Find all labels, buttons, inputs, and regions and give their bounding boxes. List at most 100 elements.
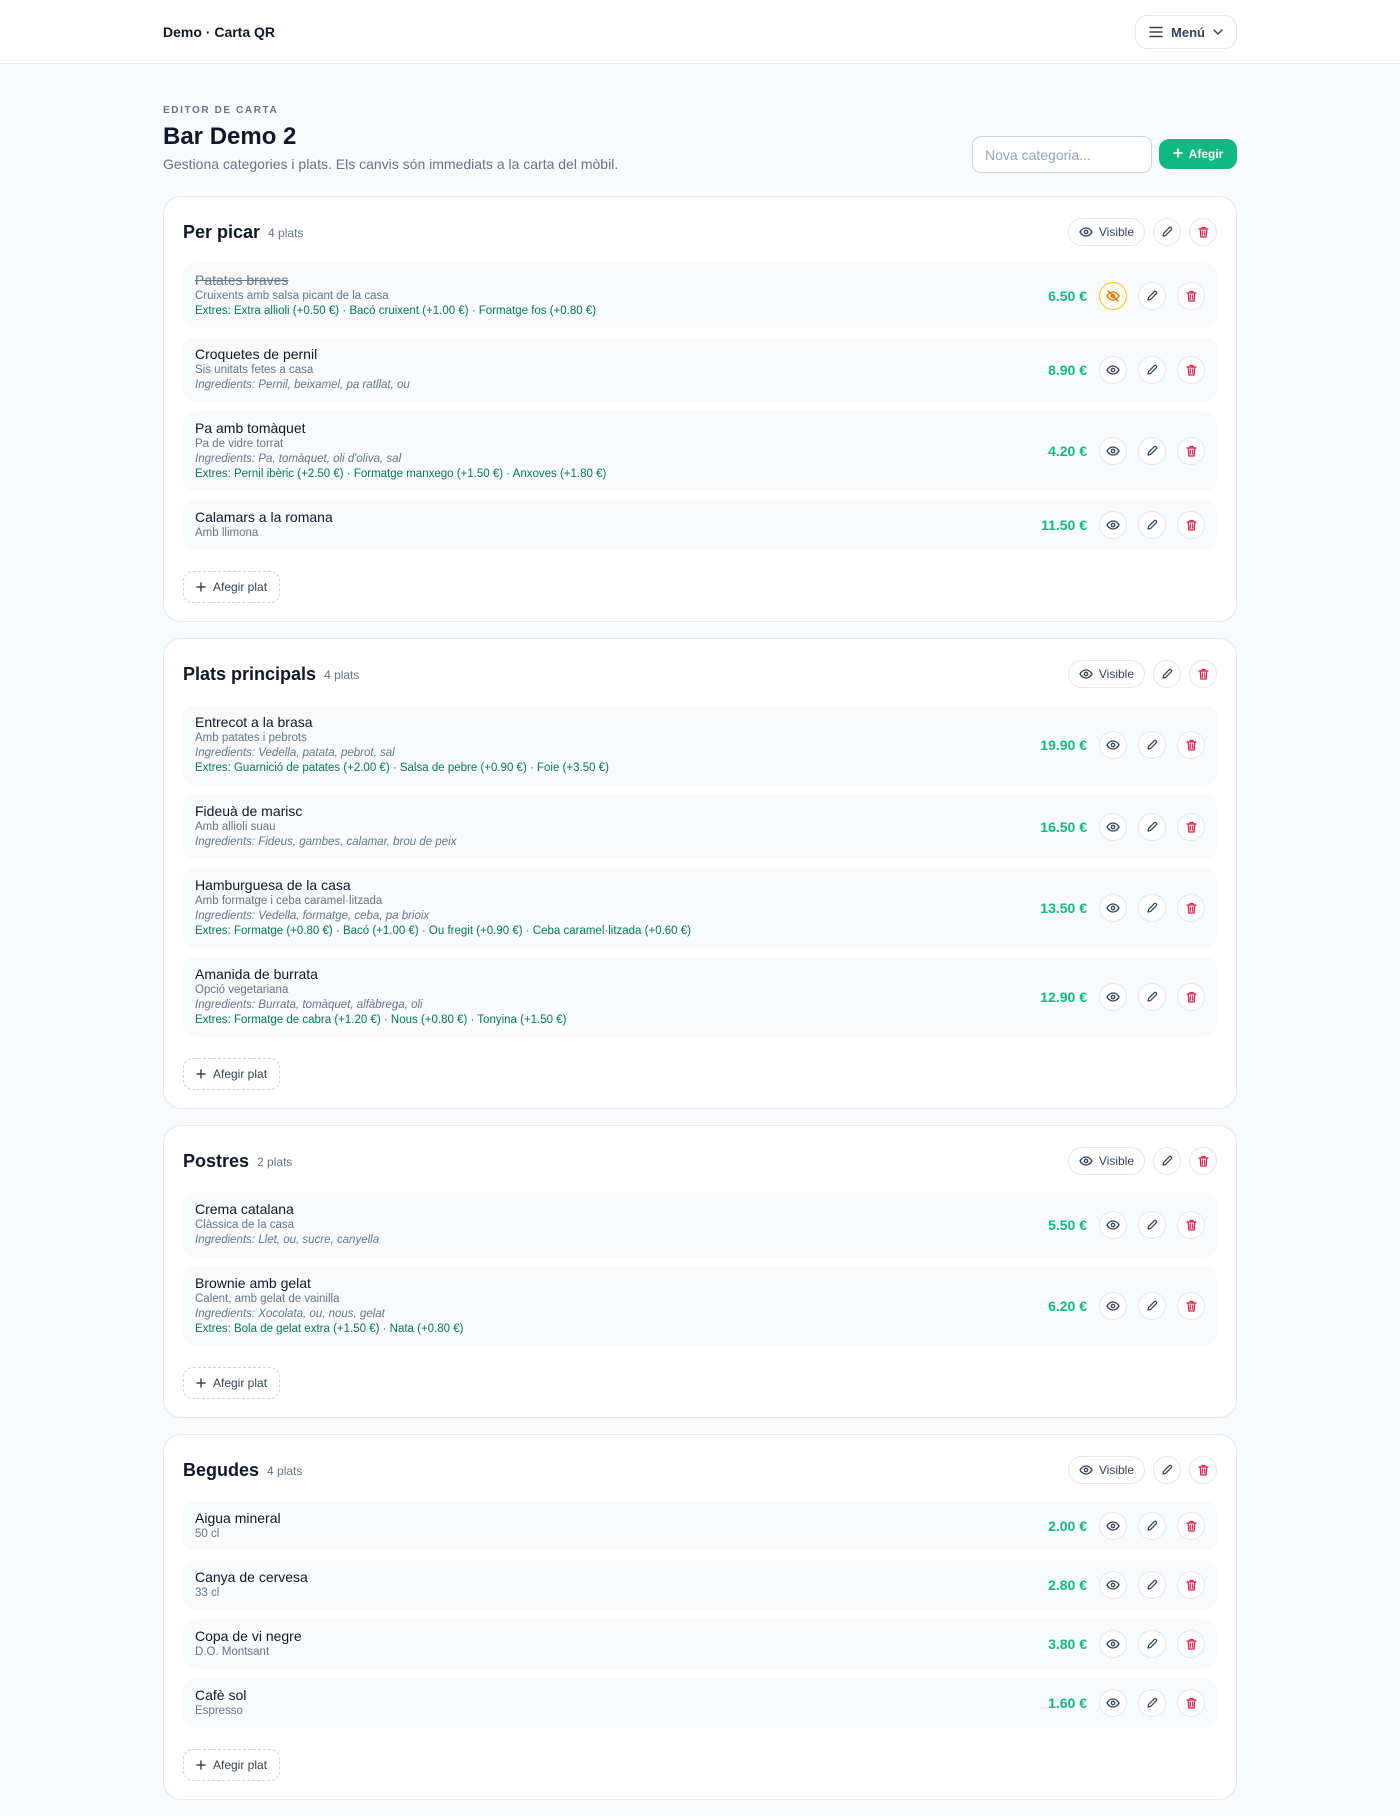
editor-main: EDITOR DE CARTA Bar Demo 2 Gestiona cate… xyxy=(163,64,1237,1816)
edit-dish-button[interactable] xyxy=(1138,731,1166,759)
trash-icon xyxy=(1185,991,1197,1003)
edit-dish-button[interactable] xyxy=(1138,355,1166,384)
delete-dish-button[interactable] xyxy=(1177,355,1205,384)
dish-price: 6.20 € xyxy=(1048,1298,1087,1314)
add-dish-button[interactable]: Afegir plat xyxy=(183,1367,281,1399)
dish-row: Pa amb tomàquet Pa de vidre torrat Ingredi… xyxy=(183,411,1217,491)
visible-label: Visible xyxy=(1098,225,1134,239)
delete-category-button[interactable] xyxy=(1189,660,1217,688)
eye-icon xyxy=(1106,1219,1120,1230)
pencil-icon xyxy=(1146,991,1158,1003)
dish-row: Amanida de burrata Opció vegetariana Ingre… xyxy=(183,957,1217,1037)
eye-off-icon xyxy=(1106,289,1120,302)
delete-dish-button[interactable] xyxy=(1177,894,1205,922)
category-actions: Visible xyxy=(1067,218,1217,246)
dish-visibility-toggle[interactable] xyxy=(1099,1571,1127,1599)
dish-row: Aigua mineral 50 cl 2.00 € xyxy=(183,1501,1217,1551)
plus-icon xyxy=(196,1760,206,1770)
category-card: Begudes 4 plats Visible Aigua mineral 50 cl 2… xyxy=(163,1434,1237,1800)
add-dish-button[interactable]: Afegir plat xyxy=(183,1749,281,1781)
dish-name: Patates braves xyxy=(195,272,289,288)
edit-dish-button[interactable] xyxy=(1138,894,1166,922)
edit-dish-button[interactable] xyxy=(1138,281,1166,310)
delete-dish-button[interactable] xyxy=(1177,731,1205,759)
dish-price: 2.80 € xyxy=(1048,1577,1087,1593)
dish-name: Aigua mineral xyxy=(195,1510,281,1526)
plus-icon xyxy=(196,1069,206,1079)
edit-dish-button[interactable] xyxy=(1138,437,1166,465)
dish-visibility-toggle[interactable] xyxy=(1099,511,1127,539)
dish-description: Cruixents amb salsa picant de la casa xyxy=(195,290,389,302)
eye-icon xyxy=(1079,227,1093,237)
eye-icon xyxy=(1106,1698,1120,1708)
category-actions: Visible xyxy=(1067,1456,1217,1484)
dish-actions xyxy=(1099,437,1205,465)
dish-ingredients: Ingredients: Fideus, gambes, calamar, br… xyxy=(195,836,457,848)
delete-dish-button[interactable] xyxy=(1177,511,1205,539)
delete-dish-button[interactable] xyxy=(1177,281,1205,310)
edit-category-button[interactable] xyxy=(1153,218,1181,246)
delete-dish-button[interactable] xyxy=(1177,1630,1205,1658)
edit-category-button[interactable] xyxy=(1153,1456,1181,1484)
edit-dish-button[interactable] xyxy=(1138,1210,1166,1239)
dish-actions xyxy=(1099,1210,1205,1239)
category-visible-toggle[interactable]: Visible xyxy=(1067,218,1145,246)
edit-dish-button[interactable] xyxy=(1138,1689,1166,1717)
delete-dish-button[interactable] xyxy=(1177,1292,1205,1320)
dish-visibility-toggle[interactable] xyxy=(1099,812,1127,841)
dish-description: Opció vegetariana xyxy=(195,984,289,996)
category-visible-toggle[interactable]: Visible xyxy=(1067,1456,1145,1484)
dish-description: Amb allioli suau xyxy=(195,821,276,833)
trash-icon xyxy=(1185,1300,1197,1312)
menu-button[interactable]: Menú xyxy=(1135,15,1237,49)
dish-visibility-toggle[interactable] xyxy=(1099,894,1127,922)
plus-icon xyxy=(196,1378,206,1388)
edit-dish-button[interactable] xyxy=(1138,983,1166,1011)
delete-dish-button[interactable] xyxy=(1177,1571,1205,1599)
edit-dish-button[interactable] xyxy=(1138,511,1166,539)
delete-dish-button[interactable] xyxy=(1177,812,1205,841)
delete-category-button[interactable] xyxy=(1189,1456,1217,1484)
new-category-input[interactable] xyxy=(972,136,1152,173)
delete-dish-button[interactable] xyxy=(1177,1689,1205,1717)
category-visible-toggle[interactable]: Visible xyxy=(1067,660,1145,688)
pencil-icon xyxy=(1161,1155,1173,1167)
edit-category-button[interactable] xyxy=(1153,660,1181,688)
dish-info: Hamburguesa de la casa Amb formatge i ceb… xyxy=(195,877,1040,939)
dish-description: Amb patates i pebrots xyxy=(195,732,307,744)
dish-visibility-toggle[interactable] xyxy=(1099,983,1127,1011)
add-dish-button[interactable]: Afegir plat xyxy=(183,1058,281,1090)
category-count: 4 plats xyxy=(268,226,304,240)
delete-category-button[interactable] xyxy=(1189,218,1217,246)
add-category-button[interactable]: Afegir xyxy=(1159,139,1237,169)
dish-visibility-toggle[interactable] xyxy=(1099,437,1127,465)
dish-extras: Extres: Guarnició de patates (+2.00 €) ·… xyxy=(195,762,609,774)
edit-dish-button[interactable] xyxy=(1138,1630,1166,1658)
dish-visibility-toggle[interactable] xyxy=(1099,281,1127,310)
dish-visibility-toggle[interactable] xyxy=(1099,355,1127,384)
delete-dish-button[interactable] xyxy=(1177,1210,1205,1239)
edit-dish-button[interactable] xyxy=(1138,1512,1166,1540)
edit-dish-button[interactable] xyxy=(1138,1571,1166,1599)
add-dish-button[interactable]: Afegir plat xyxy=(183,571,281,603)
dish-visibility-toggle[interactable] xyxy=(1099,1292,1127,1320)
pencil-icon xyxy=(1146,1219,1158,1231)
category-visible-toggle[interactable]: Visible xyxy=(1067,1147,1145,1175)
edit-category-button[interactable] xyxy=(1153,1147,1181,1175)
dish-visibility-toggle[interactable] xyxy=(1099,1630,1127,1658)
edit-dish-button[interactable] xyxy=(1138,1292,1166,1320)
trash-icon xyxy=(1185,290,1197,302)
dish-visibility-toggle[interactable] xyxy=(1099,1512,1127,1540)
delete-category-button[interactable] xyxy=(1189,1147,1217,1175)
menu-label: Menú xyxy=(1171,24,1205,40)
edit-dish-button[interactable] xyxy=(1138,812,1166,841)
dish-info: Copa de vi negre D.O. Montsant xyxy=(195,1628,1048,1660)
delete-dish-button[interactable] xyxy=(1177,437,1205,465)
dish-visibility-toggle[interactable] xyxy=(1099,1689,1127,1717)
delete-dish-button[interactable] xyxy=(1177,983,1205,1011)
dish-visibility-toggle[interactable] xyxy=(1099,731,1127,759)
dish-row: Fideuà de marisc Amb allioli suau Ingredie… xyxy=(183,794,1217,859)
pencil-icon xyxy=(1146,739,1158,751)
dish-visibility-toggle[interactable] xyxy=(1099,1210,1127,1239)
delete-dish-button[interactable] xyxy=(1177,1512,1205,1540)
